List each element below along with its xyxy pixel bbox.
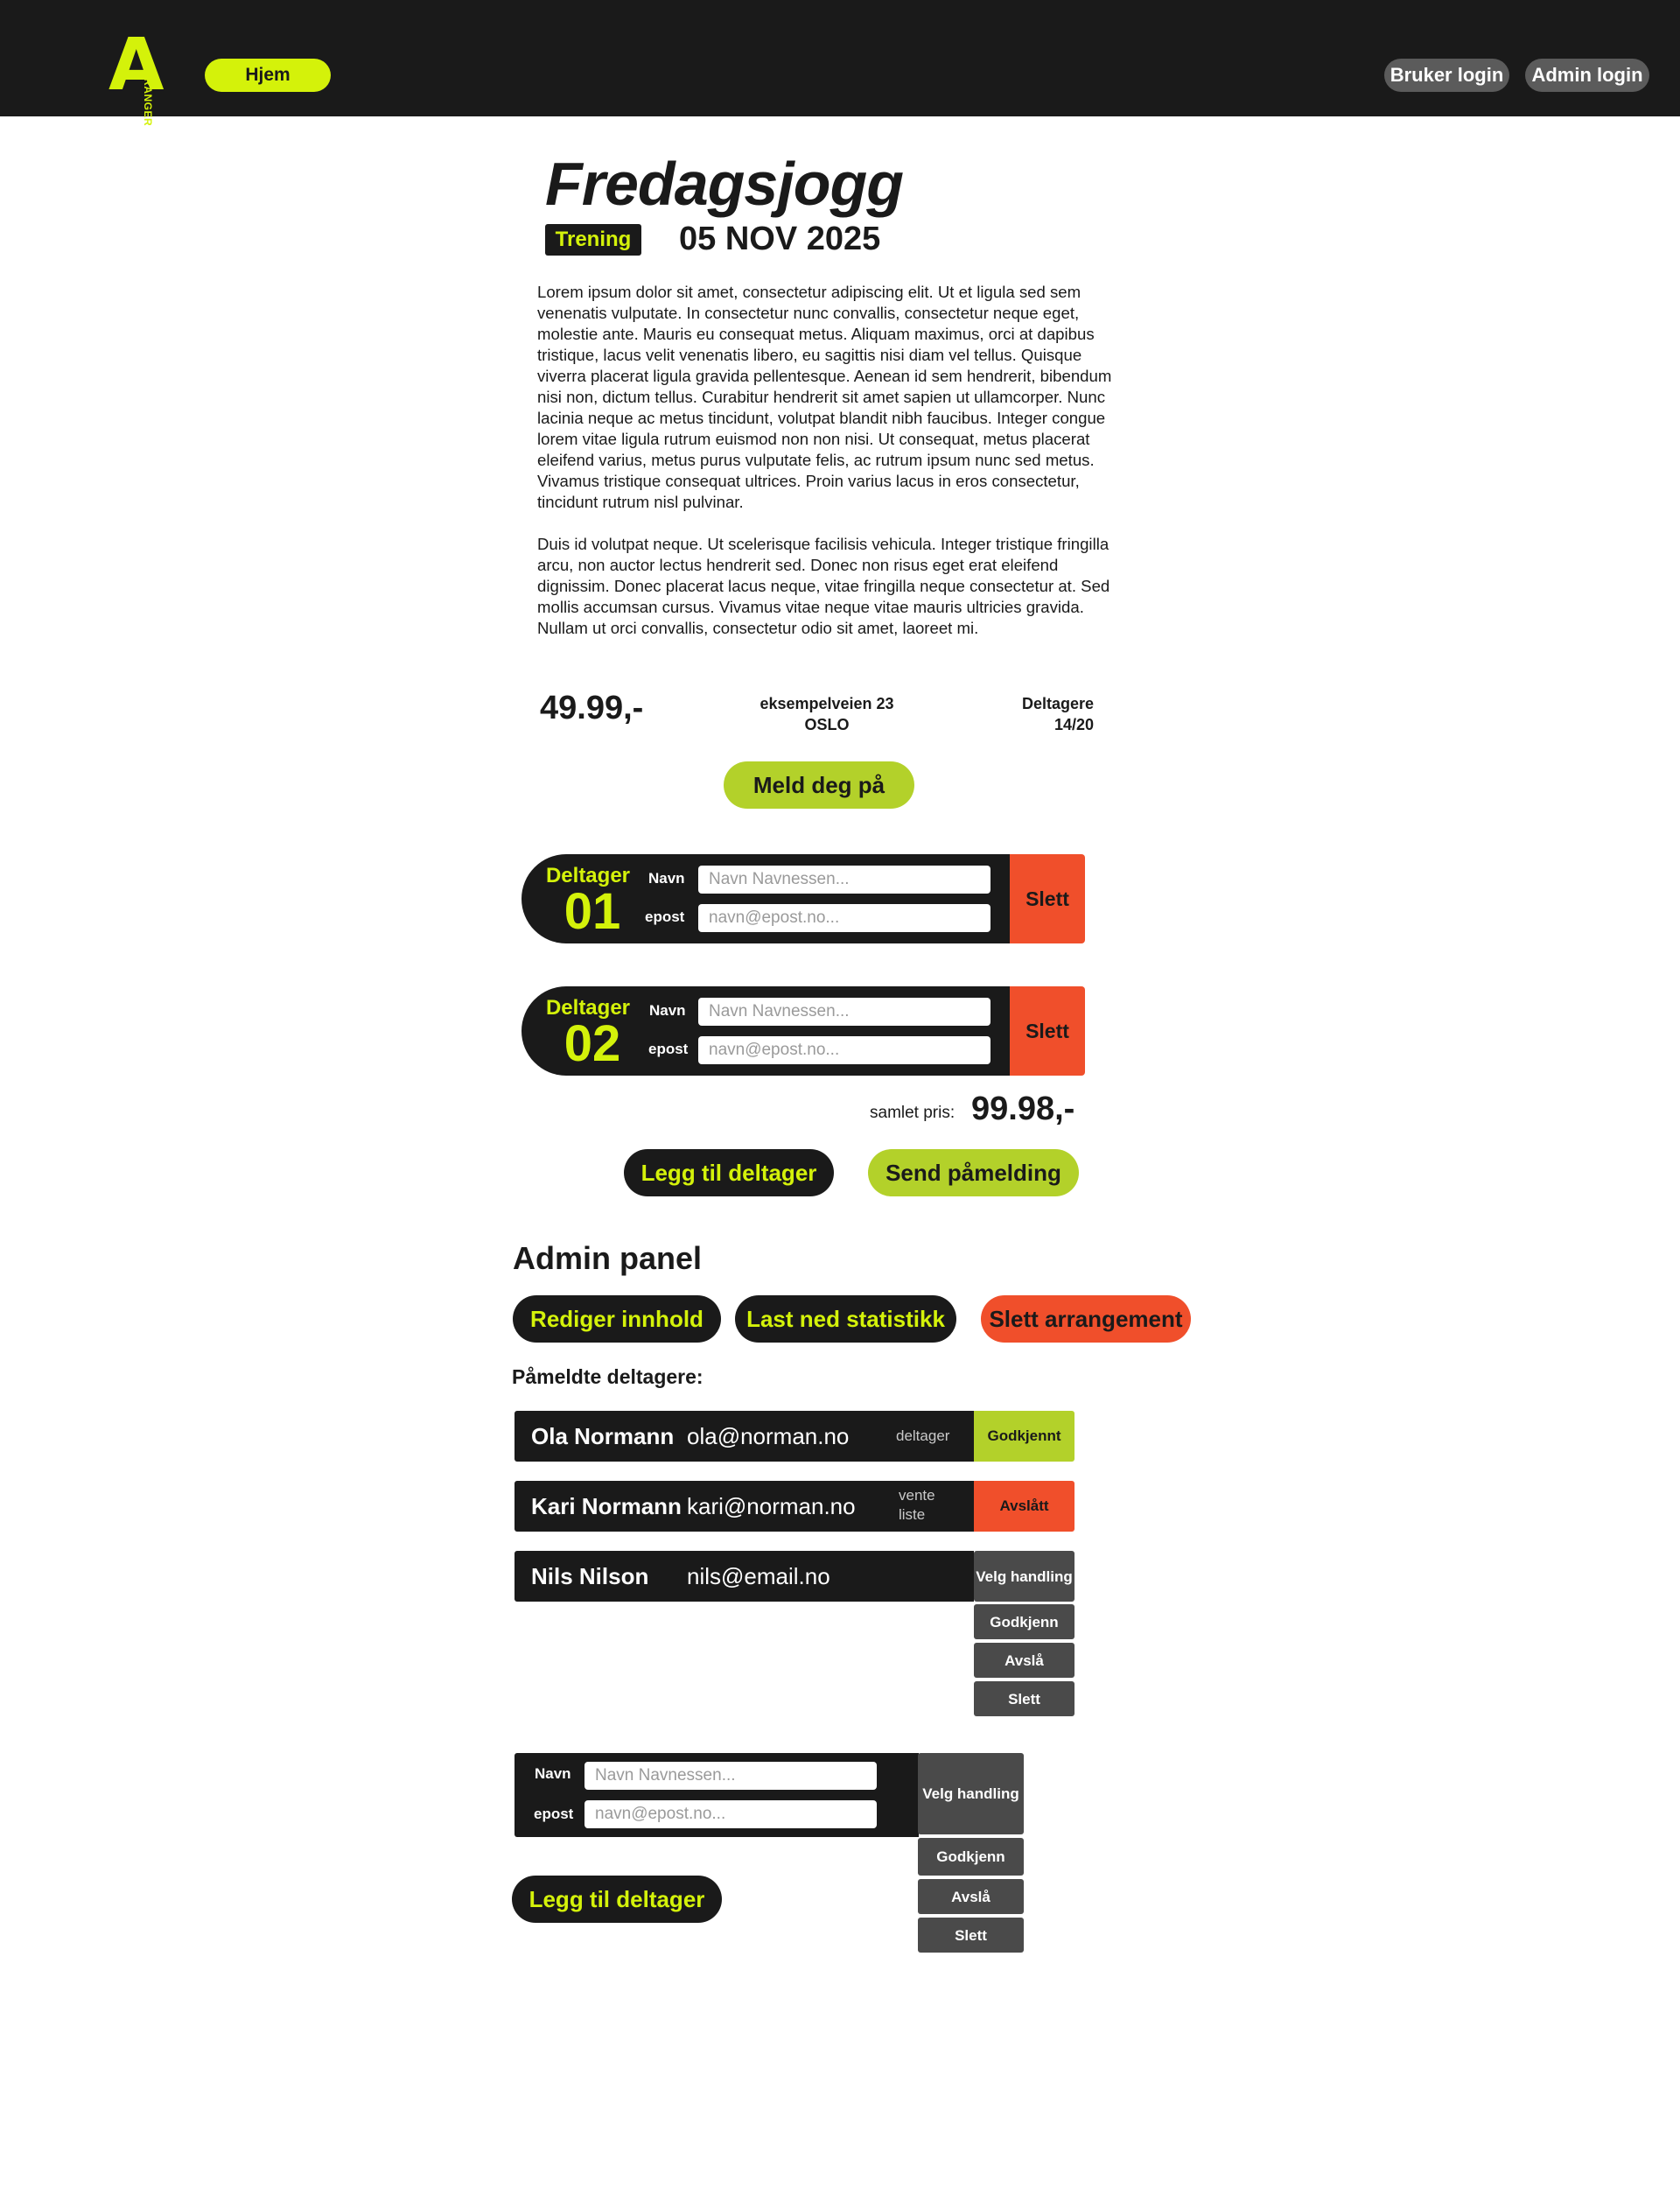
participants-value: 14/20 [1054, 716, 1094, 733]
address-city: OSLO [804, 716, 850, 733]
registrant-name: Ola Normann [531, 1423, 675, 1449]
event-title: Fredagsjogg [545, 150, 904, 218]
event-address: eksempelveien 23 OSLO [739, 693, 914, 735]
participant-name-input[interactable] [698, 866, 990, 894]
edit-content-button[interactable]: Rediger innhold [513, 1295, 721, 1343]
email-label: epost [645, 908, 685, 925]
registrant-email: nils@email.no [687, 1563, 830, 1589]
registrant-email: kari@norman.no [687, 1493, 856, 1519]
event-date: 05 NOV 2025 [679, 221, 881, 257]
new-choose-action-dropdown[interactable]: Velg handling [918, 1753, 1024, 1834]
approve-option[interactable]: Godkjenn [974, 1604, 1074, 1639]
admin-login-button[interactable]: Admin login [1525, 59, 1649, 92]
total-price-value: 99.98,- [971, 1090, 1075, 1127]
status-rejected-badge[interactable]: Avslått [974, 1481, 1074, 1532]
event-category-badge: Trening [545, 224, 641, 256]
registration-row: Ola Normann ola@norman.no deltager [514, 1411, 974, 1462]
name-label: Navn [649, 1002, 686, 1019]
registrant-role: vente liste [899, 1487, 935, 1523]
registrant-name: Kari Normann [531, 1493, 682, 1519]
new-participant-name-input[interactable] [584, 1762, 877, 1790]
new-approve-option[interactable]: Godkjenn [918, 1838, 1024, 1876]
registration-row: Kari Normann kari@norman.no vente liste [514, 1481, 974, 1532]
new-participant-email-input[interactable] [584, 1800, 877, 1828]
event-description: Lorem ipsum dolor sit amet, consectetur … [537, 282, 1115, 660]
total-price-label: samlet pris: [870, 1104, 956, 1122]
registrant-name: Nils Nilson [531, 1563, 649, 1589]
add-participant-button[interactable]: Legg til deltager [624, 1149, 834, 1196]
email-label: epost [648, 1041, 689, 1057]
participant-email-input[interactable] [698, 1036, 990, 1064]
aranger-logo[interactable]: A ARANGER [108, 30, 178, 127]
email-label: epost [534, 1806, 574, 1822]
registrant-email: ola@norman.no [687, 1423, 850, 1449]
signup-button[interactable]: Meld deg på [724, 761, 914, 809]
download-statistics-button[interactable]: Last ned statistikk [735, 1295, 956, 1343]
delete-option[interactable]: Slett [974, 1681, 1074, 1716]
user-login-button[interactable]: Bruker login [1384, 59, 1509, 92]
participant-email-input[interactable] [698, 904, 990, 932]
description-paragraph: Lorem ipsum dolor sit amet, consectetur … [537, 283, 1112, 511]
logo-text: ARANGER [142, 70, 154, 127]
address-street: eksempelveien 23 [760, 695, 894, 712]
participant-number: 02 [564, 1015, 621, 1072]
participant-name-input[interactable] [698, 998, 990, 1026]
delete-participant-button[interactable]: Slett [1010, 854, 1085, 943]
participant-number: 01 [564, 883, 621, 940]
admin-panel-title: Admin panel [513, 1240, 703, 1276]
top-navigation-bar: A ARANGER Hjem Bruker login Admin login [0, 0, 1680, 127]
new-participant-row: Navn epost [514, 1753, 919, 1837]
home-button[interactable]: Hjem [205, 59, 331, 92]
name-label: Navn [648, 870, 685, 887]
participants-label: Deltagere [1021, 695, 1094, 712]
status-approved-badge[interactable]: Godkjennt [974, 1411, 1074, 1462]
name-label: Navn [535, 1765, 571, 1782]
registrant-role: deltager [896, 1427, 950, 1444]
description-paragraph: Duis id volutpat neque. Ut scelerisque f… [537, 535, 1110, 637]
participant-card: Deltager 01 Navn epost [522, 854, 1010, 943]
new-delete-option[interactable]: Slett [918, 1918, 1024, 1953]
admin-add-participant-button[interactable]: Legg til deltager [512, 1876, 722, 1923]
participant-card: Deltager 02 Navn epost [522, 986, 1010, 1076]
registration-row: Nils Nilson nils@email.no [514, 1551, 974, 1602]
delete-event-button[interactable]: Slett arrangement [981, 1295, 1191, 1343]
reject-option[interactable]: Avslå [974, 1643, 1074, 1678]
logo-letter: A [108, 24, 164, 107]
participant-count: Deltagere 14/20 [962, 693, 1094, 735]
submit-registration-button[interactable]: Send påmelding [868, 1149, 1079, 1196]
new-reject-option[interactable]: Avslå [918, 1879, 1024, 1914]
event-price: 49.99,- [540, 690, 644, 726]
choose-action-dropdown[interactable]: Velg handling [974, 1551, 1074, 1602]
delete-participant-button[interactable]: Slett [1010, 986, 1085, 1076]
registered-participants-title: Påmeldte deltagere: [512, 1365, 704, 1388]
